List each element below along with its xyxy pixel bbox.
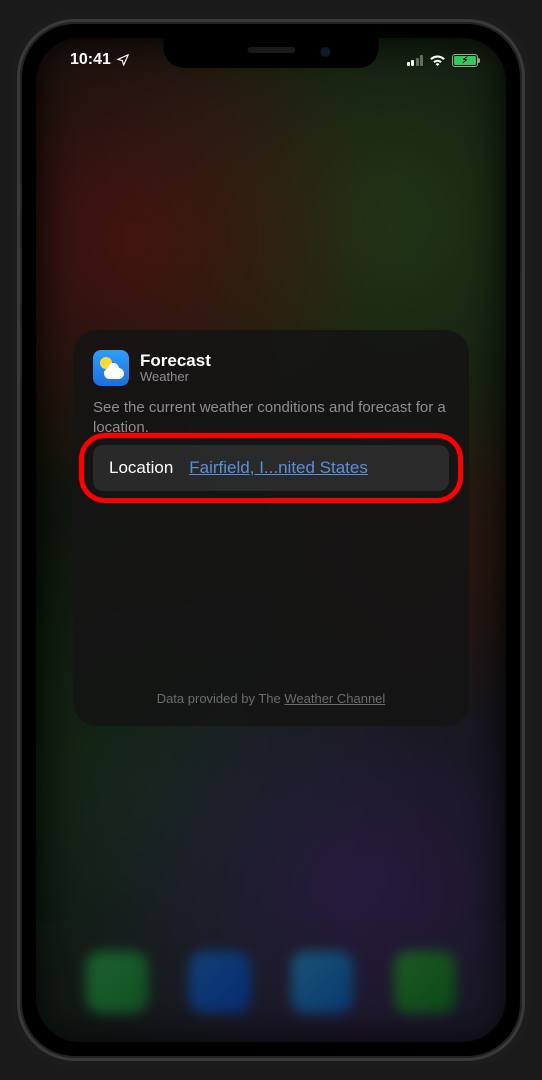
- battery-charging-icon: ⚡︎: [452, 54, 478, 67]
- weather-app-icon: [93, 350, 129, 386]
- status-time: 10:41: [70, 51, 111, 69]
- widget-description: See the current weather conditions and f…: [93, 398, 449, 437]
- widget-app-name: Weather: [140, 370, 211, 385]
- widget-title: Forecast: [140, 351, 211, 371]
- front-camera: [321, 47, 331, 57]
- wifi-icon: [429, 54, 446, 67]
- ringer-switch: [17, 182, 21, 214]
- phone-device-frame: 10:41 ⚡︎: [17, 19, 525, 1061]
- side-power-button: [521, 272, 525, 362]
- widget-config-sheet: Forecast Weather See the current weather…: [73, 330, 469, 726]
- location-label: Location: [109, 458, 173, 478]
- data-provider-attribution: Data provided by The Weather Channel: [93, 691, 449, 706]
- volume-up-button: [17, 247, 21, 305]
- provider-link[interactable]: Weather Channel: [284, 691, 385, 706]
- location-selector-row[interactable]: Location Fairfield, I...nited States: [93, 445, 449, 491]
- widget-header: Forecast Weather: [93, 350, 449, 386]
- screen: 10:41 ⚡︎: [36, 38, 506, 1042]
- volume-down-button: [17, 322, 21, 380]
- cellular-signal-icon: [407, 55, 424, 66]
- provider-prefix: Data provided by The: [157, 691, 285, 706]
- location-arrow-icon: [116, 53, 130, 67]
- location-value-link[interactable]: Fairfield, I...nited States: [189, 458, 368, 478]
- display-notch: [164, 38, 379, 68]
- speaker-grill: [247, 47, 295, 53]
